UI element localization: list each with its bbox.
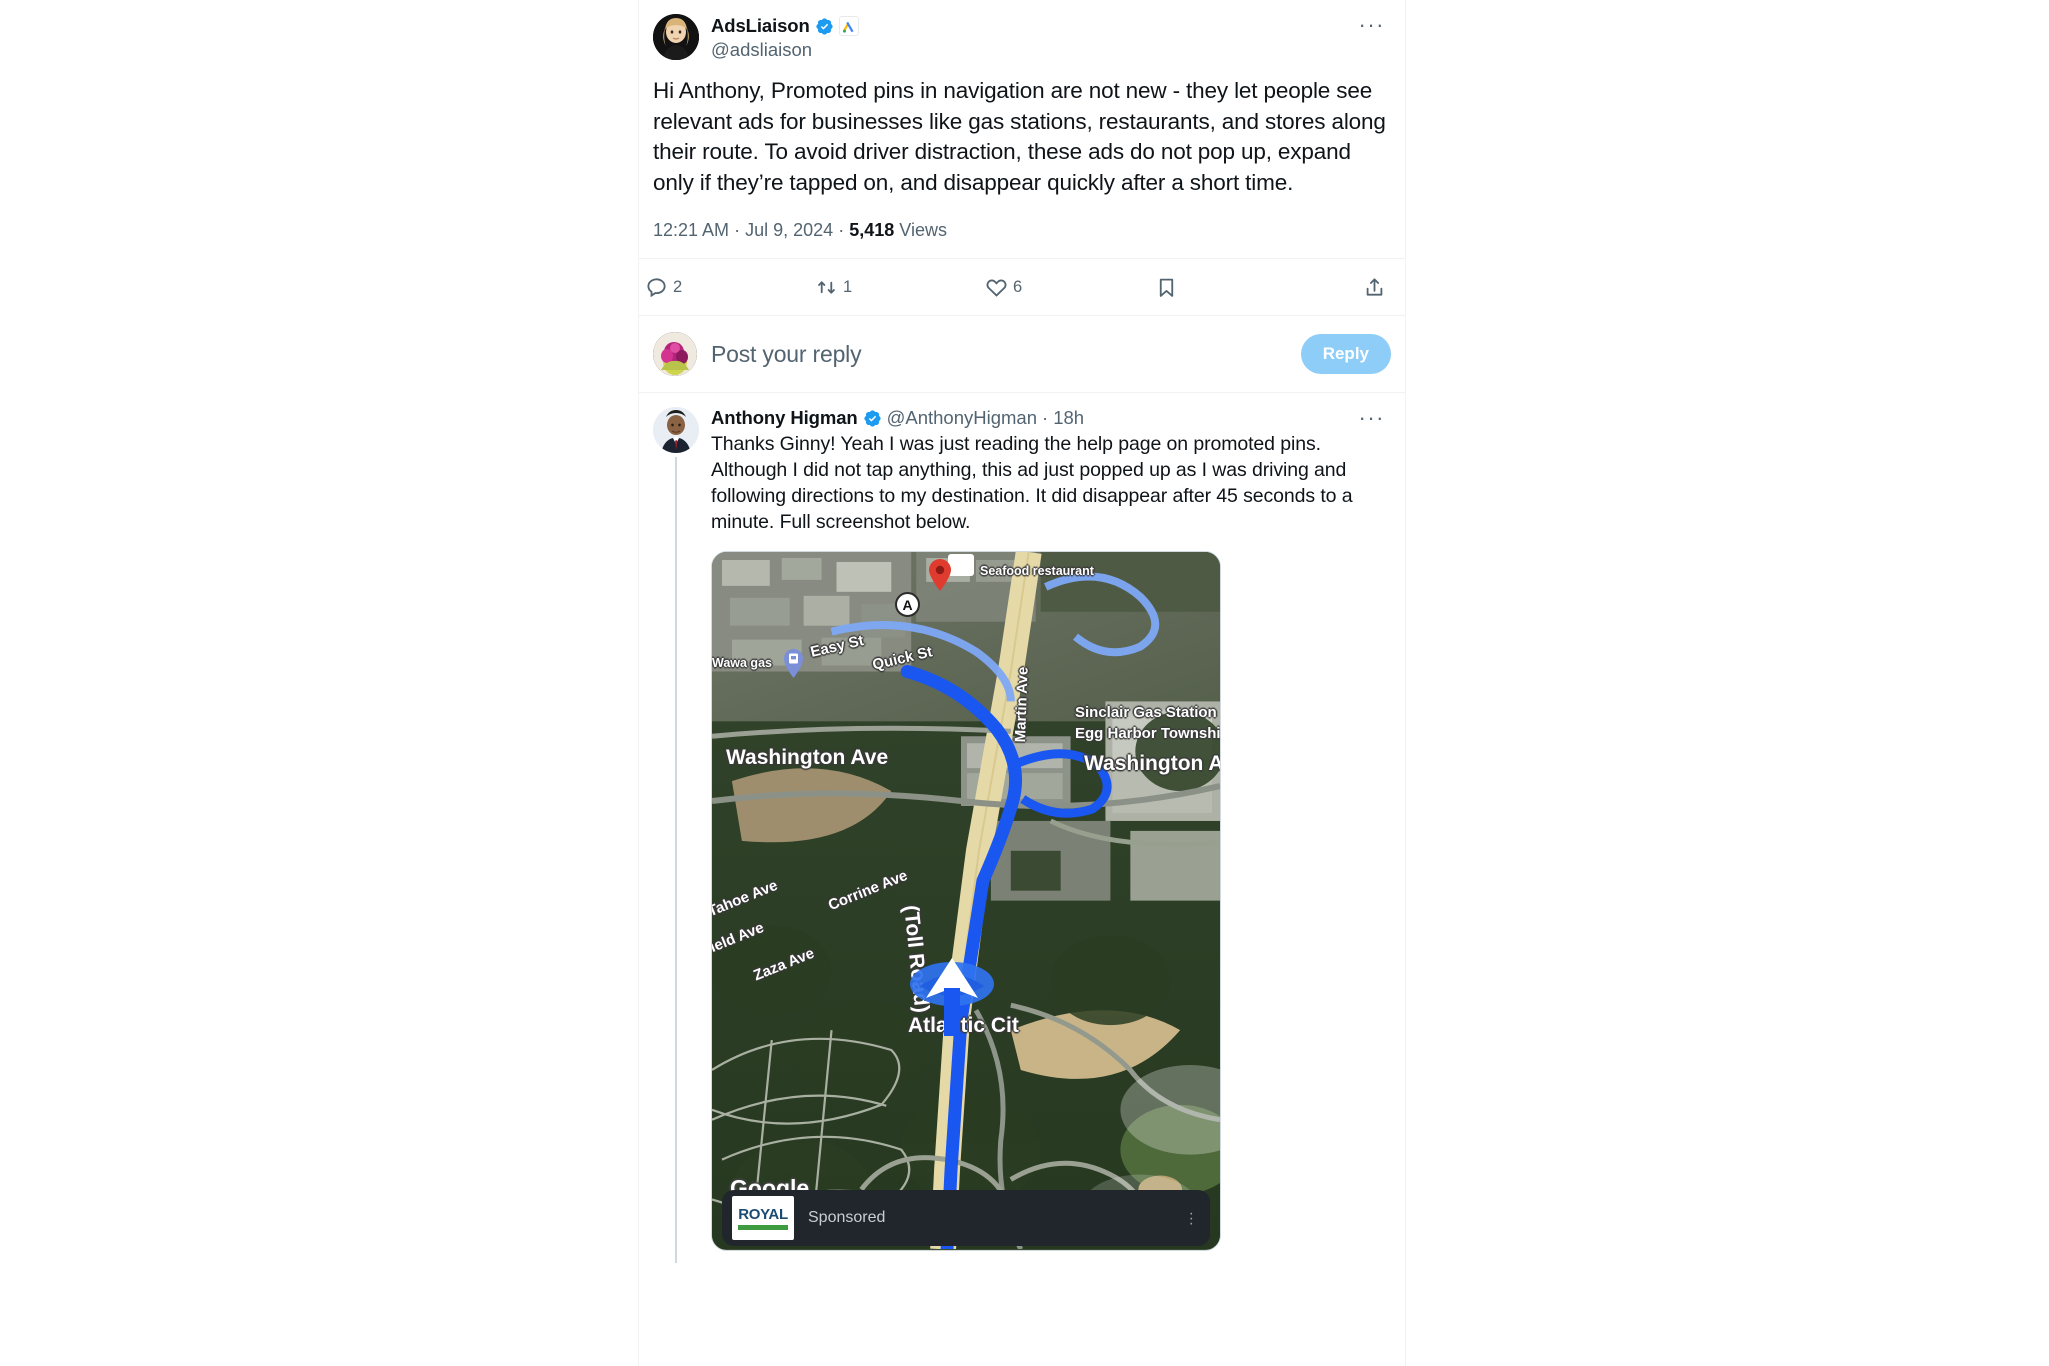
tweet-time: 12:21 AM [653,220,730,240]
reply-display-name: Anthony Higman [711,407,858,428]
reply-timestamp[interactable]: 18h [1053,407,1084,429]
bookmark-icon [1159,278,1174,297]
meta-sep-1: · [734,220,741,240]
screenshot-root: AdsLiaison @adsliaison ··· Hi Anthony, P… [0,0,2049,1366]
reply-tweet: Anthony Higman @AnthonyHigman · 18h ··· … [639,393,1405,1263]
user-handle: @adsliaison [711,39,813,60]
reply-action[interactable]: 2 [645,276,815,299]
avatar[interactable] [653,14,699,60]
tweet-text: Hi Anthony, Promoted pins in navigation … [653,78,1392,195]
retweet-icon [818,280,835,294]
sponsored-label: Sponsored [808,1209,886,1226]
verified-badge-icon [816,17,833,35]
thread-column: AdsLiaison @adsliaison ··· Hi Anthony, P… [638,0,1406,1366]
verified-badge-icon [863,409,881,427]
share-icon [1366,277,1383,296]
reply-composer: Post your reply Reply [639,316,1405,392]
advertiser-logo-bar [738,1225,788,1230]
waypoint-a-marker[interactable]: A [895,592,920,617]
reply-submit-button[interactable]: Reply [1300,334,1391,374]
label-seafood-restaurant: Seafood restaurant [980,564,1094,578]
reply-avatar-column [653,407,699,1263]
reply-header: Anthony Higman @AnthonyHigman · 18h ··· [711,407,1391,429]
like-action[interactable]: 6 [985,276,1155,299]
views-label: Views [899,220,947,240]
main-tweet-identity: AdsLiaison @adsliaison [711,14,1353,62]
advertiser-name: ROYAL [738,1206,788,1223]
share-action[interactable] [1363,276,1399,299]
google-ads-icon[interactable] [838,16,859,36]
label-washington-ave-left: Washington Ave [726,746,889,769]
gas-station-pin-icon[interactable] [781,647,806,679]
sponsored-ad-banner[interactable]: ROYAL Sponsored · · · [722,1190,1210,1246]
map-screenshot-image[interactable]: Seafood restaurant A Wawa gas Easy St Qu… [711,551,1221,1251]
thread-connector-line [675,457,677,1263]
tweet-metadata: 12:21 AM · Jul 9, 2024 · 5,418 Views [653,218,1391,258]
reply-text: Thanks Ginny! Yeah I was just reading th… [711,433,1358,533]
reply-author-avatar[interactable] [653,407,699,453]
more-options-button[interactable]: ··· [1353,14,1391,36]
reply-content: Anthony Higman @AnthonyHigman · 18h ··· … [711,407,1391,1263]
reply-handle[interactable]: @AnthonyHigman [887,407,1037,429]
reply-count: 2 [673,278,683,296]
retweet-action[interactable]: 1 [815,276,985,299]
current-user-avatar[interactable] [653,332,697,376]
main-tweet: AdsLiaison @adsliaison ··· Hi Anthony, P… [639,0,1405,258]
label-wawa-gas: Wawa gas [712,656,772,670]
retweet-count: 1 [843,278,853,296]
label-martin-ave: Martin Ave [1012,666,1032,743]
advertiser-logo[interactable]: ROYAL [732,1196,794,1240]
name-row: AdsLiaison [711,15,1353,37]
reply-sep: · [1042,407,1049,428]
destination-pin-icon [927,558,953,592]
heart-icon [986,279,1007,297]
main-tweet-header: AdsLiaison @adsliaison ··· [653,0,1391,62]
meta-sep-2: · [838,220,845,240]
navigation-position-arrow-icon [892,944,1012,1039]
reply-input[interactable]: Post your reply [711,339,1287,369]
kebab-menu-icon[interactable]: · · · [1189,1205,1200,1231]
tweet-date: Jul 9, 2024 [745,220,834,240]
reply-more-options-button[interactable]: ··· [1353,407,1391,429]
views-count: 5,418 [849,220,895,240]
label-sinclair-gas-station: Sinclair Gas Station [1075,704,1217,721]
display-name: AdsLiaison [711,15,810,36]
like-count: 6 [1013,278,1023,296]
label-washington-ave-right: Washington Ave [1084,752,1220,775]
bookmark-action[interactable] [1155,276,1285,299]
engagement-actions: 2 1 6 [639,259,1405,315]
reply-icon [647,277,666,297]
label-egg-harbor-township: Egg Harbor Township [1075,725,1221,742]
